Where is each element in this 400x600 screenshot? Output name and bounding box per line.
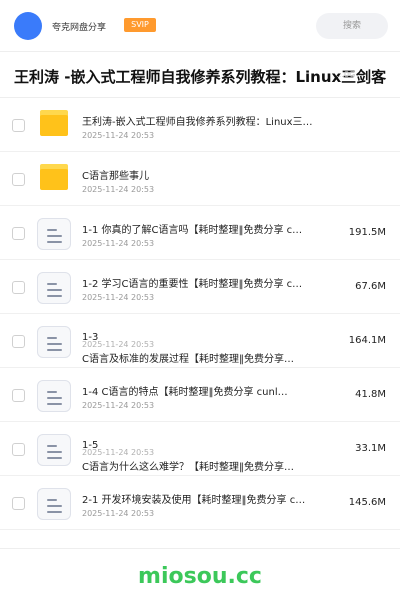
document-icon: [37, 434, 71, 466]
file-size: 67.6M: [355, 281, 386, 292]
file-name: 王利涛-嵌入式工程师自我修养系列教程：Linux三…: [82, 117, 313, 128]
folder-size: …0G: [336, 70, 356, 79]
file-size: 164.1M: [348, 335, 386, 346]
list-item[interactable]: 1-2 学习C语言的重要性【耗时整理‖免费分享 c… 2025-11-24 20…: [0, 260, 400, 314]
list-item[interactable]: 1-5 2025-11-24 20:53 C语言为什么这么难学？【耗时整理‖免费…: [0, 422, 400, 476]
divider: [0, 548, 400, 549]
avatar[interactable]: [14, 12, 42, 40]
file-date: 2025-11-24 20:53: [82, 293, 155, 302]
file-name: 2-1 开发环境安装及使用【耗时整理‖免费分享 c…: [82, 495, 306, 506]
checkbox[interactable]: [12, 443, 25, 456]
checkbox[interactable]: [12, 389, 25, 402]
checkbox[interactable]: [12, 119, 25, 132]
file-size: 145.6M: [348, 497, 386, 508]
file-name: 1-2 学习C语言的重要性【耗时整理‖免费分享 c…: [82, 279, 303, 290]
user-name[interactable]: 夸克网盘分享: [52, 20, 106, 33]
top-bar: 夸克网盘分享 SVIP 搜索: [0, 0, 400, 52]
file-name: 1-4 C语言的特点【耗时整理‖免费分享 cunl…: [82, 387, 288, 398]
list-item[interactable]: 2-1 开发环境安装及使用【耗时整理‖免费分享 c… 2025-11-24 20…: [0, 476, 400, 530]
file-date: 2025-11-24 20:53: [82, 448, 155, 457]
list-item[interactable]: 王利涛-嵌入式工程师自我修养系列教程：Linux三… 2025-11-24 20…: [0, 98, 400, 152]
file-date: 2025-11-24 20:53: [82, 185, 155, 194]
file-date: 2025-11-24 20:53: [82, 401, 155, 410]
file-date: 2025-11-24 20:53: [82, 131, 155, 140]
document-icon: [37, 272, 71, 304]
list-item[interactable]: C语言那些事儿 2025-11-24 20:53: [0, 152, 400, 206]
document-icon: [37, 218, 71, 250]
file-size: 191.5M: [348, 227, 386, 238]
checkbox[interactable]: [12, 281, 25, 294]
folder-title-bar: 王利涛 -嵌入式工程师自我修养系列教程：Linux三剑客 …0G: [0, 52, 400, 98]
checkbox[interactable]: [12, 497, 25, 510]
file-size: 41.8M: [355, 389, 386, 400]
file-name: C语言那些事儿: [82, 171, 149, 182]
document-icon: [37, 380, 71, 412]
page-title: 王利涛 -嵌入式工程师自我修养系列教程：Linux三剑客: [14, 68, 387, 86]
list-item[interactable]: 1-3 2025-11-24 20:53 C语言及标准的发展过程【耗时整理‖免费…: [0, 314, 400, 368]
list-item[interactable]: 1-4 C语言的特点【耗时整理‖免费分享 cunl… 2025-11-24 20…: [0, 368, 400, 422]
file-name: 1-1 你真的了解C语言吗【耗时整理‖免费分享 c…: [82, 225, 303, 236]
checkbox[interactable]: [12, 227, 25, 240]
file-name-line2: C语言为什么这么难学？【耗时整理‖免费分享…: [82, 462, 294, 473]
folder-icon: [40, 164, 68, 190]
checkbox[interactable]: [12, 335, 25, 348]
search-input[interactable]: 搜索: [316, 13, 388, 39]
svip-badge: SVIP: [124, 18, 156, 32]
file-date: 2025-11-24 20:53: [82, 340, 155, 349]
folder-icon: [40, 110, 68, 136]
list-item[interactable]: 1-1 你真的了解C语言吗【耗时整理‖免费分享 c… 2025-11-24 20…: [0, 206, 400, 260]
document-icon: [37, 326, 71, 358]
file-name-line2: C语言及标准的发展过程【耗时整理‖免费分享…: [82, 354, 294, 365]
watermark: miosou.cc: [138, 564, 262, 589]
document-icon: [37, 488, 71, 520]
file-size: 33.1M: [355, 443, 386, 454]
checkbox[interactable]: [12, 173, 25, 186]
file-date: 2025-11-24 20:53: [82, 509, 155, 518]
file-date: 2025-11-24 20:53: [82, 239, 155, 248]
